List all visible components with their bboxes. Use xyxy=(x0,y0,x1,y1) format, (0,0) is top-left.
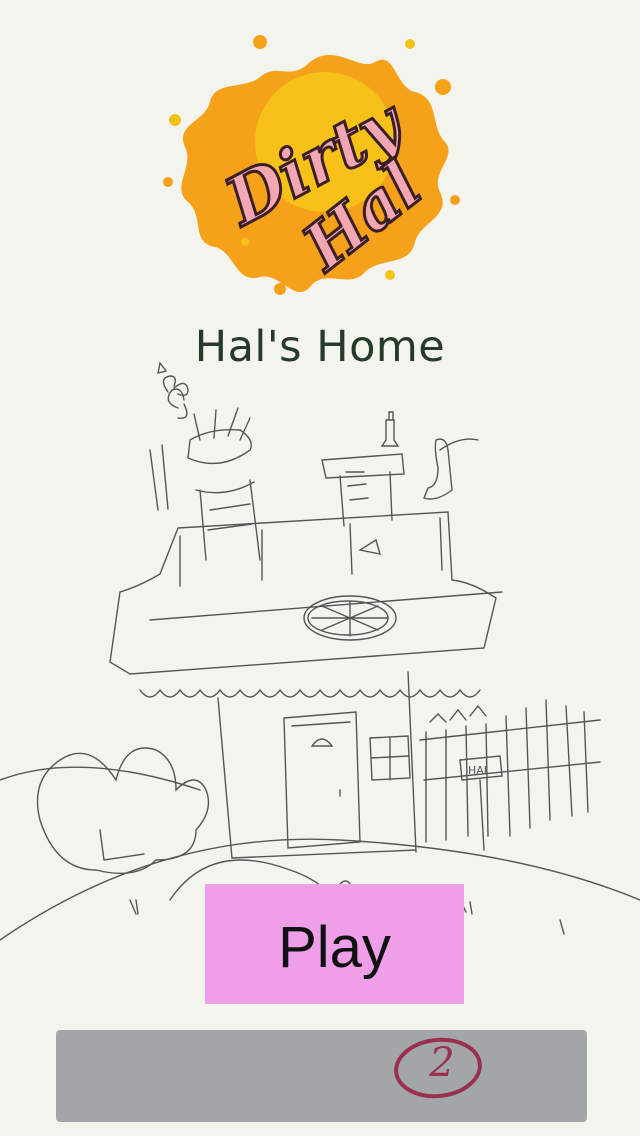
play-button[interactable]: Play xyxy=(205,884,464,1004)
play-button-label: Play xyxy=(278,914,391,980)
bottom-bar xyxy=(56,1030,587,1122)
badge-count: 2 xyxy=(429,1040,455,1086)
dirty-hal-logo: Dirty Hal xyxy=(163,35,460,295)
game-screen: Dirty Hal Hal's Home HAL Play 2 xyxy=(0,0,640,1136)
mailbox-sign-text: HAL xyxy=(468,764,491,777)
